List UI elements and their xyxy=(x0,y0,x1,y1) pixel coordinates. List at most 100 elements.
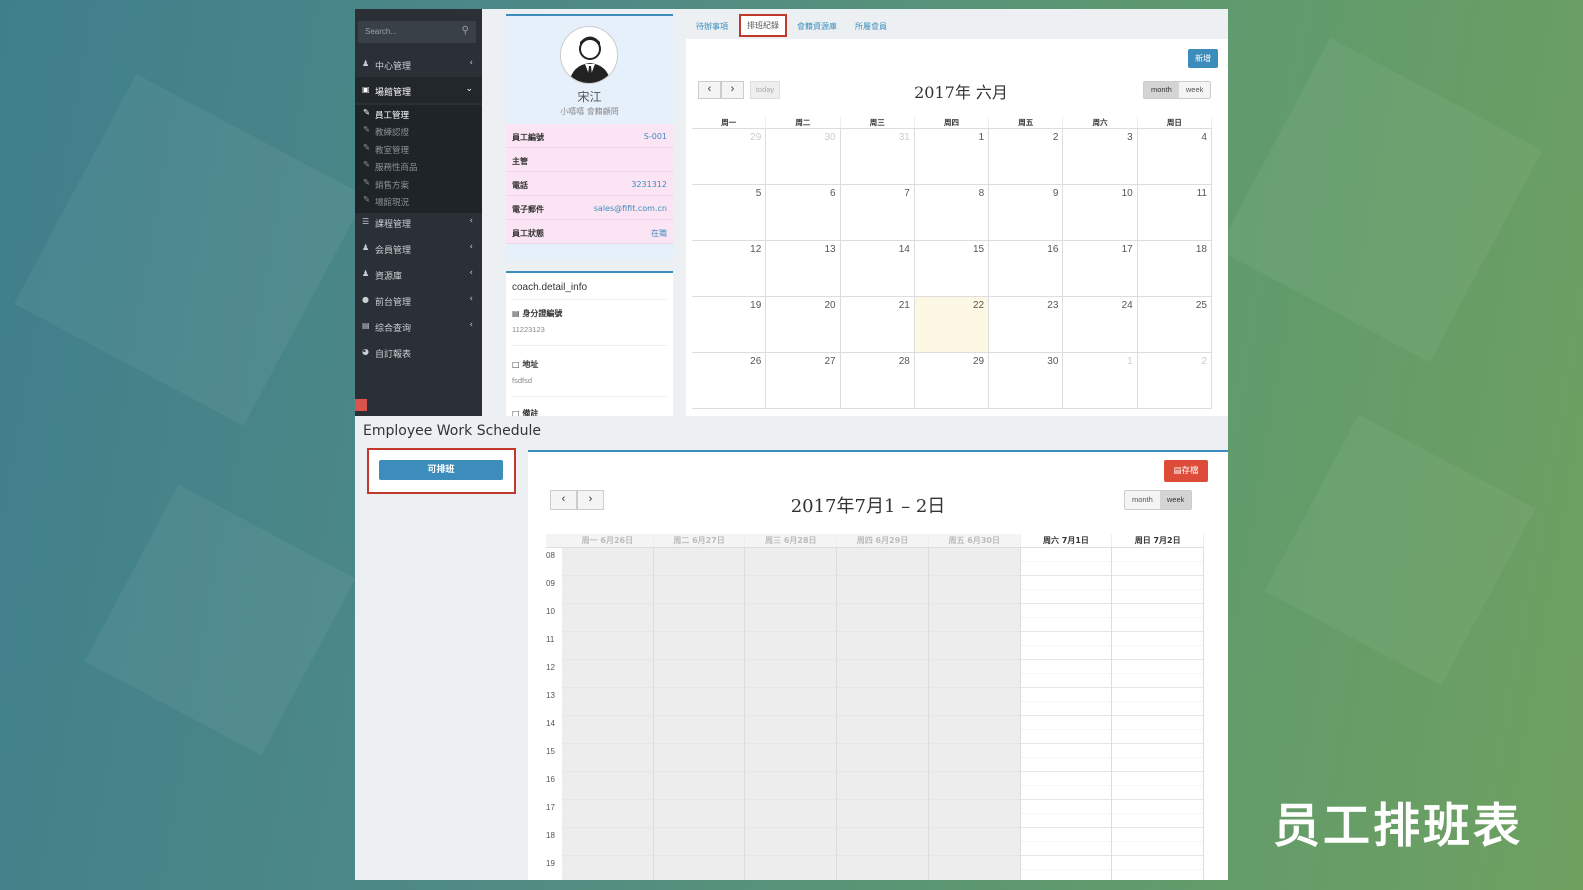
time-slot[interactable] xyxy=(653,814,745,828)
time-slot[interactable] xyxy=(928,604,1020,618)
time-slot[interactable] xyxy=(562,842,653,856)
day-cell[interactable]: 25 xyxy=(1138,297,1212,352)
view-month-button[interactable]: month xyxy=(1144,82,1179,98)
day-cell[interactable]: 28 xyxy=(841,353,915,408)
time-slot[interactable] xyxy=(562,548,653,562)
time-slot[interactable] xyxy=(562,590,653,604)
time-slot[interactable] xyxy=(1112,548,1204,562)
time-slot[interactable] xyxy=(928,716,1020,730)
time-slot[interactable] xyxy=(653,800,745,814)
time-slot[interactable] xyxy=(928,856,1020,870)
time-slot[interactable] xyxy=(653,856,745,870)
sidebar-item-frontdesk[interactable]: ● 前台管理 ‹ xyxy=(355,287,482,313)
time-slot[interactable] xyxy=(745,786,837,800)
day-cell[interactable]: 11 xyxy=(1138,185,1212,240)
time-slot[interactable] xyxy=(837,618,928,632)
time-slot[interactable] xyxy=(562,758,653,772)
time-slot[interactable] xyxy=(562,744,653,758)
sidebar-item-course[interactable]: ☰ 課程管理 ‹ xyxy=(355,209,482,235)
day-cell[interactable]: 10 xyxy=(1063,185,1138,240)
time-slot[interactable] xyxy=(745,604,837,618)
time-slot[interactable] xyxy=(928,576,1020,590)
time-slot[interactable] xyxy=(837,786,928,800)
day-cell[interactable]: 4 xyxy=(1138,129,1212,184)
time-slot[interactable] xyxy=(1020,814,1112,828)
day-cell[interactable]: 5 xyxy=(692,185,767,240)
save-button[interactable]: ▤存檔 xyxy=(1164,460,1208,482)
time-slot[interactable] xyxy=(928,786,1020,800)
time-slot[interactable] xyxy=(1020,548,1112,562)
time-slot[interactable] xyxy=(653,618,745,632)
sidebar-sub-staff[interactable]: ✎ 員工管理 xyxy=(355,105,482,122)
time-slot[interactable] xyxy=(745,716,837,730)
time-slot[interactable] xyxy=(1112,716,1204,730)
time-slot[interactable] xyxy=(562,604,653,618)
time-slot[interactable] xyxy=(1020,674,1112,688)
time-slot[interactable] xyxy=(653,828,745,842)
time-slot[interactable] xyxy=(653,716,745,730)
time-slot[interactable] xyxy=(562,576,653,590)
time-slot[interactable] xyxy=(653,660,745,674)
time-slot[interactable] xyxy=(928,814,1020,828)
time-slot[interactable] xyxy=(745,702,837,716)
time-slot[interactable] xyxy=(1020,772,1112,786)
time-slot[interactable] xyxy=(837,758,928,772)
time-slot[interactable] xyxy=(928,828,1020,842)
time-slot[interactable] xyxy=(1112,758,1204,772)
time-slot[interactable] xyxy=(928,688,1020,702)
time-slot[interactable] xyxy=(1020,856,1112,870)
time-slot[interactable] xyxy=(1020,758,1112,772)
time-slot[interactable] xyxy=(562,716,653,730)
day-cell[interactable]: 1 xyxy=(915,129,990,184)
time-slot[interactable] xyxy=(1020,618,1112,632)
time-slot[interactable] xyxy=(1112,702,1204,716)
time-slot[interactable] xyxy=(1020,716,1112,730)
time-slot[interactable] xyxy=(928,632,1020,646)
time-slot[interactable] xyxy=(837,716,928,730)
sidebar-sub-service[interactable]: ✎ 服務性商品 xyxy=(355,157,482,174)
time-slot[interactable] xyxy=(1020,562,1112,576)
time-slot[interactable] xyxy=(928,660,1020,674)
day-cell[interactable]: 23 xyxy=(989,297,1064,352)
search-icon[interactable]: ⚲ xyxy=(462,25,469,36)
time-slot[interactable] xyxy=(562,772,653,786)
time-slot[interactable] xyxy=(653,702,745,716)
time-slot[interactable] xyxy=(653,786,745,800)
day-cell[interactable]: 31 xyxy=(841,129,915,184)
time-slot[interactable] xyxy=(1112,842,1204,856)
sidebar-item-query[interactable]: ▤ 综合查询 ‹ xyxy=(355,313,482,339)
time-slot[interactable] xyxy=(1020,576,1112,590)
day-cell[interactable]: 7 xyxy=(841,185,915,240)
time-slot[interactable] xyxy=(745,576,837,590)
time-slot[interactable] xyxy=(837,828,928,842)
day-cell-today[interactable]: 22 xyxy=(914,297,990,352)
time-slot[interactable] xyxy=(837,576,928,590)
time-slot[interactable] xyxy=(1020,744,1112,758)
time-slot[interactable] xyxy=(745,660,837,674)
time-slot[interactable] xyxy=(1112,814,1204,828)
time-slot[interactable] xyxy=(653,688,745,702)
day-cell[interactable]: 9 xyxy=(989,185,1064,240)
time-slot[interactable] xyxy=(928,702,1020,716)
next-month-button[interactable]: › xyxy=(721,81,744,99)
time-slot[interactable] xyxy=(745,758,837,772)
time-slot[interactable] xyxy=(745,590,837,604)
time-slot[interactable] xyxy=(562,730,653,744)
time-slot[interactable] xyxy=(1020,660,1112,674)
day-cell[interactable]: 18 xyxy=(1138,241,1212,296)
tab-schedule-record[interactable]: 排班紀錄 xyxy=(739,14,787,37)
time-slot[interactable] xyxy=(562,786,653,800)
sidebar-item-resources[interactable]: ♟ 資源庫 ‹ xyxy=(355,261,482,287)
time-slot[interactable] xyxy=(562,660,653,674)
time-slot[interactable] xyxy=(653,842,745,856)
tab-todo[interactable]: 待辦事項 xyxy=(696,21,728,32)
day-cell[interactable]: 15 xyxy=(915,241,990,296)
new-button[interactable]: 新增 xyxy=(1188,49,1218,68)
time-slot[interactable] xyxy=(745,730,837,744)
time-slot[interactable] xyxy=(837,674,928,688)
view-month-button[interactable]: month xyxy=(1125,491,1160,509)
time-slot[interactable] xyxy=(745,856,837,870)
time-slot[interactable] xyxy=(1112,590,1204,604)
day-cell[interactable]: 14 xyxy=(841,241,915,296)
time-slot[interactable] xyxy=(1020,590,1112,604)
